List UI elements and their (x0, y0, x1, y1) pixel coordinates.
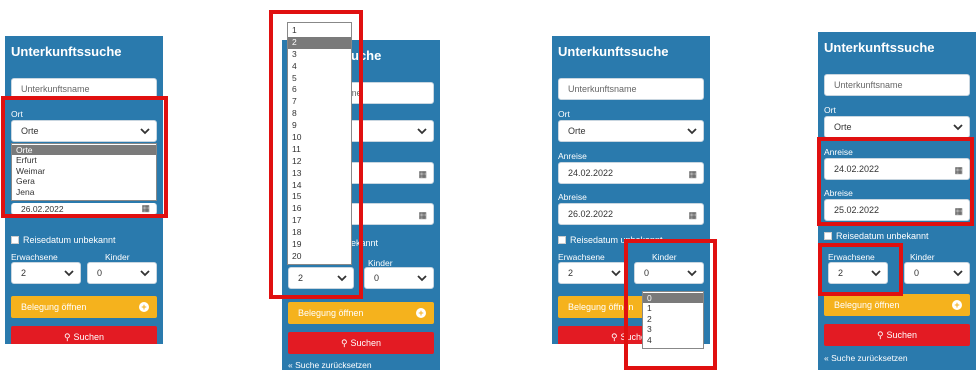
ort-label: Ort (558, 109, 570, 119)
erwachsene-select[interactable]: 2 (558, 262, 628, 284)
search-icon: ⚲ (63, 331, 71, 342)
ort-select[interactable]: Orte (558, 120, 704, 142)
kinder-value: 0 (914, 268, 920, 278)
chevron-down-icon (687, 128, 697, 135)
reisedatum-label: Reisedatum unbekannt (836, 231, 929, 241)
kinder-value: 0 (374, 273, 380, 283)
accommodation-name-input[interactable]: Unterkunftsname (558, 78, 704, 100)
search-button[interactable]: ⚲ Suchen (11, 326, 157, 344)
ort-label: Ort (824, 105, 836, 115)
highlight-box (818, 243, 903, 296)
kinder-select[interactable]: 0 (904, 262, 970, 284)
plus-circle-icon: + (416, 308, 426, 318)
chevron-down-icon (611, 270, 621, 277)
belegung-button[interactable]: Belegung öffnen + (288, 302, 434, 324)
calendar-icon: ▦ (418, 210, 427, 220)
erwachsene-value: 2 (568, 268, 574, 278)
panel-title: Unterkunftssuche (11, 44, 122, 59)
reisedatum-checkbox[interactable]: Reisedatum unbekannt (11, 235, 116, 245)
ort-select-value: Orte (834, 122, 852, 132)
search-button[interactable]: ⚲ Suchen (288, 332, 434, 354)
abreise-input[interactable]: 26.02.2022 ▦ (558, 203, 704, 225)
anreise-label: Anreise (558, 151, 587, 161)
kinder-select[interactable]: 0 (364, 267, 434, 289)
plus-circle-icon: + (139, 302, 149, 312)
search-label: Suchen (73, 332, 105, 342)
kinder-value: 0 (97, 268, 103, 278)
chevron-down-icon (417, 275, 427, 282)
abreise-label: Abreise (558, 192, 587, 202)
search-button[interactable]: ⚲ Suchen (824, 324, 970, 346)
anreise-input[interactable]: 24.02.2022 ▦ (558, 162, 704, 184)
reset-search-link[interactable]: « Suche zurücksetzen (288, 360, 372, 370)
accommodation-name-input[interactable]: Unterkunftsname (824, 74, 970, 96)
erwachsene-select[interactable]: 2 (11, 262, 81, 284)
erwachsene-label: Erwachsene (11, 252, 58, 262)
erwachsene-value: 2 (21, 268, 27, 278)
checkbox-box[interactable] (11, 236, 19, 244)
kinder-select[interactable]: 0 (87, 262, 157, 284)
calendar-icon: ▦ (688, 210, 697, 220)
search-icon: ⚲ (876, 329, 884, 340)
kinder-label: Kinder (910, 252, 935, 262)
belegung-button[interactable]: Belegung öffnen + (824, 294, 970, 316)
chevron-down-icon (64, 270, 74, 277)
abreise-value: 26.02.2022 (568, 209, 614, 219)
chevron-down-icon (140, 270, 150, 277)
calendar-icon: ▦ (688, 169, 697, 179)
search-icon: ⚲ (610, 331, 618, 342)
reset-search-link[interactable]: « Suche zurücksetzen (824, 353, 908, 363)
reisedatum-checkbox[interactable]: Reisedatum unbekannt (824, 231, 929, 241)
highlight-box (624, 239, 717, 370)
belegung-label: Belegung öffnen (21, 302, 87, 312)
chevron-down-icon (953, 124, 963, 131)
ort-select-value: Orte (568, 126, 586, 136)
highlight-box (817, 137, 974, 226)
calendar-icon: ▦ (418, 169, 427, 179)
panel-title: Unterkunftssuche (824, 40, 935, 55)
search-label: Suchen (886, 330, 918, 340)
kinder-label: Kinder (105, 252, 130, 262)
search-icon: ⚲ (340, 337, 348, 348)
ort-select[interactable]: Orte (824, 116, 970, 138)
checkbox-box[interactable] (824, 232, 832, 240)
panel-title: Unterkunftssuche (558, 44, 669, 59)
belegung-button[interactable]: Belegung öffnen + (11, 296, 157, 318)
chevron-down-icon (417, 128, 427, 135)
search-label: Suchen (350, 338, 382, 348)
plus-circle-icon: + (952, 300, 962, 310)
highlight-box (1, 96, 168, 218)
anreise-value: 24.02.2022 (568, 168, 614, 178)
belegung-label: Belegung öffnen (834, 300, 900, 310)
belegung-label: Belegung öffnen (298, 308, 364, 318)
erwachsene-label: Erwachsene (558, 252, 605, 262)
reisedatum-label: Reisedatum unbekannt (23, 235, 116, 245)
chevron-down-icon (953, 270, 963, 277)
checkbox-box[interactable] (558, 236, 566, 244)
highlight-box (269, 10, 363, 299)
